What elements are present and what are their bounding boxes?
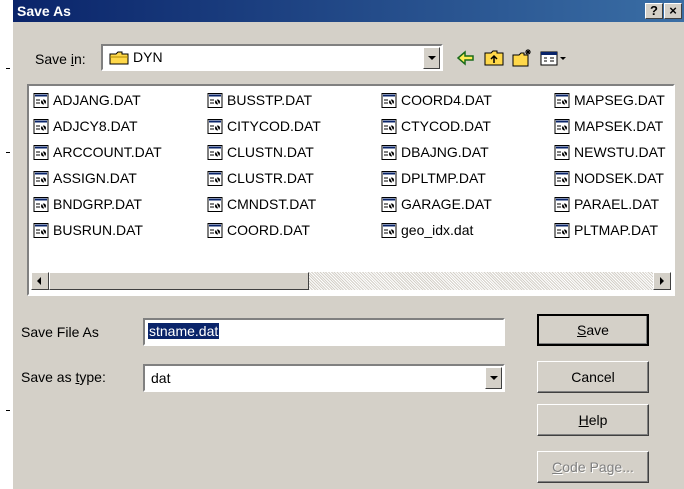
view-menu-icon [540, 51, 566, 66]
file-name: MAPSEG.DAT [574, 92, 665, 108]
file-name: NEWSTU.DAT [574, 144, 666, 160]
dat-file-icon [207, 171, 223, 186]
file-name: CLUSTR.DAT [227, 170, 314, 186]
file-name: PLTMAP.DAT [574, 222, 659, 238]
help-question-icon: ? [650, 3, 658, 18]
dat-file-icon [381, 93, 397, 108]
dat-file-icon [554, 197, 570, 212]
code-page-button[interactable]: Code Page... [537, 451, 649, 483]
file-name: CITYCOD.DAT [227, 118, 321, 134]
chevron-right-icon [660, 277, 664, 285]
dat-file-icon [381, 171, 397, 186]
file-name: NODSEK.DAT [574, 170, 664, 186]
chevron-down-icon [490, 376, 498, 380]
dat-file-icon [554, 145, 570, 160]
scroll-right-button[interactable] [653, 272, 671, 290]
save-in-dropdown-button[interactable] [423, 47, 440, 69]
file-name: GARAGE.DAT [401, 196, 492, 212]
dat-file-icon [207, 93, 223, 108]
file-name: ARCCOUNT.DAT [53, 144, 162, 160]
dat-file-icon [381, 119, 397, 134]
dat-file-icon [33, 93, 49, 108]
dat-file-icon [381, 145, 397, 160]
file-name: CMNDST.DAT [227, 196, 317, 212]
up-one-level-button[interactable] [483, 48, 505, 68]
save-in-label: Save in: [35, 51, 86, 67]
file-column-4: MAPSEG.DAT MAPSEK.DAT NEWSTU.DAT NODSEK.DAT… [554, 90, 671, 270]
dat-file-icon [33, 223, 49, 238]
file-name: ASSIGN.DAT [53, 170, 137, 186]
window-title: Save As [17, 3, 71, 19]
file-name: DBAJNG.DAT [401, 144, 489, 160]
filename-input[interactable]: stname.dat [143, 318, 505, 346]
dat-file-icon [381, 197, 397, 212]
file-name: COORD4.DAT [401, 92, 492, 108]
save-button[interactable]: Save [537, 314, 649, 346]
chevron-left-icon [37, 277, 41, 285]
file-name: geo_idx.dat [401, 222, 474, 238]
dat-file-icon [554, 223, 570, 238]
file-name: CTYCOD.DAT [401, 118, 491, 134]
file-list[interactable]: ADJANG.DAT ADJCY8.DAT ARCCOUNT.DAT ASSIGN.D… [27, 84, 675, 296]
dat-file-icon [33, 171, 49, 186]
back-arrow-icon [456, 50, 474, 66]
file-name: BNDGRP.DAT [53, 196, 142, 212]
dat-file-icon [207, 119, 223, 134]
horizontal-scrollbar[interactable] [31, 272, 671, 290]
new-folder-button[interactable] [511, 48, 533, 68]
filename-label: Save File As [21, 324, 99, 340]
scroll-track[interactable] [309, 272, 653, 290]
scroll-thumb[interactable] [49, 272, 309, 290]
filetype-value: dat [151, 370, 171, 386]
file-name: PARAEL.DAT [574, 196, 660, 212]
dat-file-icon [33, 119, 49, 134]
dat-file-icon [33, 145, 49, 160]
file-name: MAPSEK.DAT [574, 118, 664, 134]
chevron-down-icon [428, 56, 436, 60]
save-in-value: DYN [133, 49, 163, 65]
background-tick [6, 152, 10, 153]
file-column-1: ADJANG.DAT ADJCY8.DAT ARCCOUNT.DAT ASSIGN.D… [33, 90, 203, 270]
dat-file-icon [554, 171, 570, 186]
back-button[interactable] [455, 48, 477, 68]
file-name: BUSRUN.DAT [53, 222, 143, 238]
dat-file-icon [554, 93, 570, 108]
file-name: CLUSTN.DAT [227, 144, 314, 160]
filename-value: stname.dat [148, 323, 220, 339]
dat-file-icon [207, 145, 223, 160]
file-name: ADJCY8.DAT [53, 118, 138, 134]
file-name: DPLTMP.DAT [401, 170, 486, 186]
help-title-button[interactable]: ? [645, 3, 663, 19]
background-tick [6, 68, 10, 69]
file-column-2: BUSSTP.DAT CITYCOD.DAT CLUSTN.DAT CLUSTR.DA… [207, 90, 377, 270]
view-menu-button[interactable] [539, 48, 569, 68]
folder-icon [109, 51, 129, 65]
filetype-label: Save as type: [21, 369, 106, 385]
file-column-3: COORD4.DAT CTYCOD.DAT DBAJNG.DAT DPLTMP.DAT… [381, 90, 551, 270]
dat-file-icon [381, 223, 397, 238]
dat-file-icon [33, 197, 49, 212]
file-name: BUSSTP.DAT [227, 92, 313, 108]
close-icon: × [669, 3, 677, 18]
save-as-dialog: Save As ? × Save in: DYN ADJANG.DAT ADJC… [12, 0, 684, 489]
dat-file-icon [554, 119, 570, 134]
file-name: ADJANG.DAT [53, 92, 141, 108]
help-button[interactable]: Help [537, 404, 649, 436]
up-folder-icon [484, 50, 504, 66]
cancel-button[interactable]: Cancel [537, 361, 649, 393]
save-in-combo[interactable]: DYN [101, 44, 443, 71]
dat-file-icon [207, 197, 223, 212]
file-name: COORD.DAT [227, 222, 310, 238]
title-bar[interactable]: Save As ? × [13, 0, 684, 22]
filetype-dropdown-button[interactable] [485, 367, 502, 389]
new-folder-icon [512, 49, 531, 67]
filetype-combo[interactable]: dat [143, 364, 505, 392]
close-title-button[interactable]: × [664, 3, 682, 19]
scroll-left-button[interactable] [31, 272, 49, 290]
background-tick [6, 410, 10, 411]
dat-file-icon [207, 223, 223, 238]
